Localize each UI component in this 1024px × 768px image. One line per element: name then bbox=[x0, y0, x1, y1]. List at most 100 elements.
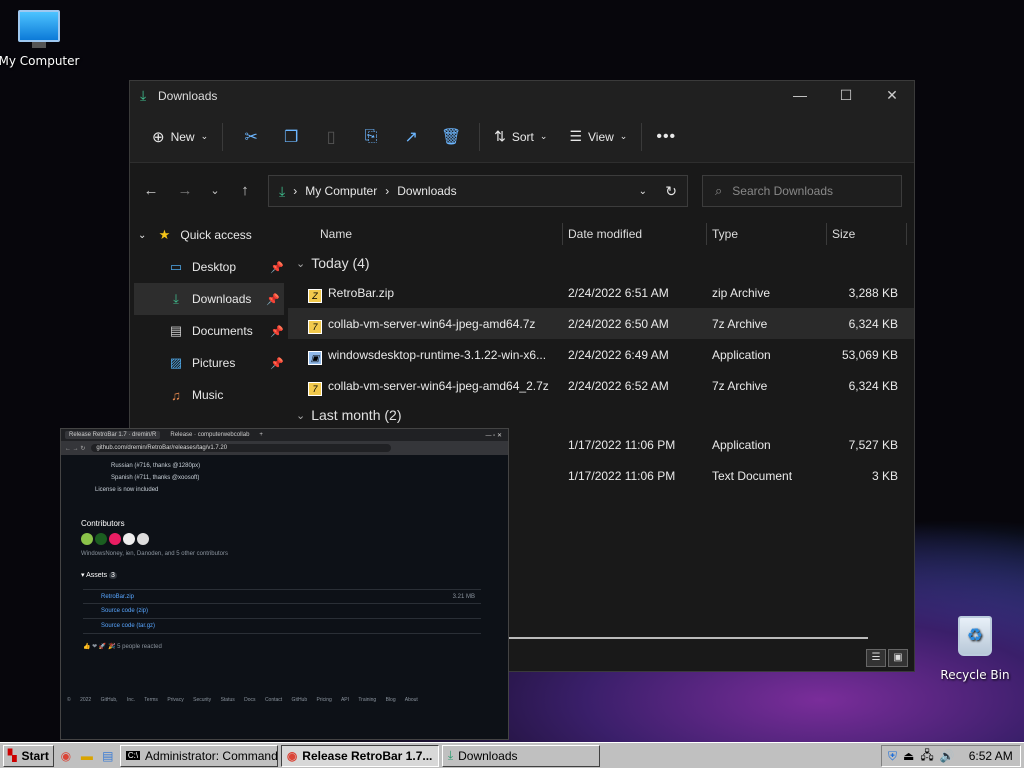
sidebar-item-music[interactable]: ♫ Music bbox=[130, 379, 288, 411]
delete-button[interactable]: 🗑 bbox=[431, 121, 471, 153]
cut-button[interactable]: ✂ bbox=[231, 121, 271, 153]
file-row[interactable]: 7 collab-vm-server-win64-jpeg-amd64.7z 2/… bbox=[288, 308, 914, 339]
file-type: 7z Archive bbox=[712, 379, 768, 393]
asset-row[interactable]: Source code (zip) bbox=[83, 604, 481, 619]
sidebar-item-downloads[interactable]: ⤓ Downloads 📌 bbox=[134, 283, 284, 315]
browser-tab[interactable]: Release · computerwebcollab bbox=[170, 432, 249, 438]
recent-locations-button[interactable]: ⌄ bbox=[202, 184, 228, 197]
footer-link[interactable]: Blog bbox=[386, 697, 396, 703]
music-icon: ♫ bbox=[171, 387, 181, 403]
new-tab-icon[interactable]: + bbox=[259, 432, 263, 438]
title-bar[interactable]: ⤓ Downloads — ☐ ✕ bbox=[130, 81, 914, 111]
asset-row[interactable]: RetroBar.zip 3.21 MB bbox=[83, 589, 481, 604]
back-button[interactable]: ← bbox=[134, 182, 168, 199]
clock[interactable]: 6:52 AM bbox=[969, 749, 1013, 763]
desktop-icon-my-computer[interactable]: My Computer bbox=[0, 10, 84, 68]
folder-icon[interactable]: ▬ bbox=[78, 747, 96, 765]
footer-link[interactable]: Terms bbox=[144, 697, 158, 703]
file-size: 3,288 KB bbox=[848, 286, 898, 300]
sort-button[interactable]: ⇅ Sort ⌄ bbox=[488, 121, 553, 153]
rename-button[interactable]: ⎘ bbox=[351, 121, 391, 153]
minimize-button[interactable]: — bbox=[780, 87, 820, 103]
search-input[interactable]: Search Downloads bbox=[732, 184, 833, 198]
start-button[interactable]: ▚ Start bbox=[3, 744, 54, 767]
forward-button[interactable]: → bbox=[168, 182, 202, 199]
more-button[interactable]: ••• bbox=[650, 121, 682, 153]
reactions[interactable]: 👍 ❤ 🚀 🎉 5 people reacted bbox=[83, 643, 162, 650]
avatar[interactable] bbox=[81, 533, 93, 545]
avatar[interactable] bbox=[137, 533, 149, 545]
notepad-icon[interactable]: ▤ bbox=[99, 747, 117, 765]
window-controls[interactable]: — ▫ ✕ bbox=[486, 432, 503, 439]
footer-links: © 2022 GitHub, Inc. Terms Privacy Securi… bbox=[67, 697, 418, 703]
address-box[interactable]: ⤓ › My Computer › Downloads ⌄ ↻ bbox=[268, 175, 688, 207]
asset-link[interactable]: RetroBar.zip bbox=[101, 594, 134, 600]
browser-tab[interactable]: Release RetroBar 1.7 · dremin/R bbox=[65, 431, 161, 439]
refresh-button[interactable]: ↻ bbox=[665, 183, 677, 200]
sidebar-item-pictures[interactable]: ▨ Pictures 📌 bbox=[130, 347, 288, 379]
footer-link[interactable]: About bbox=[405, 697, 418, 703]
new-label: New bbox=[170, 129, 195, 144]
file-type: zip Archive bbox=[712, 286, 771, 300]
close-button[interactable]: ✕ bbox=[872, 87, 912, 104]
breadcrumb-my-computer[interactable]: My Computer bbox=[305, 184, 377, 198]
footer-link[interactable]: API bbox=[341, 697, 349, 703]
taskbar-item-browser[interactable]: ◉ Release RetroBar 1.7... bbox=[280, 744, 439, 767]
footer-link[interactable]: Privacy bbox=[167, 697, 183, 703]
avatar[interactable] bbox=[123, 533, 135, 545]
network-icon[interactable]: 🖧 bbox=[920, 746, 933, 767]
asset-link[interactable]: Source code (zip) bbox=[101, 608, 148, 614]
nav-arrows-icon[interactable]: ← → ↻ bbox=[65, 445, 85, 452]
command-bar: ⊕ New ⌄ ✂ ❐ ▯ ⎘ ↗ 🗑 ⇅ Sort ⌄ ☰ View ⌄ ••• bbox=[130, 111, 914, 163]
avatar[interactable] bbox=[95, 533, 107, 545]
sidebar-item-quick-access[interactable]: ⌄ ★ Quick access bbox=[130, 219, 288, 251]
group-header-last-month[interactable]: ⌄ Last month (2) bbox=[288, 401, 914, 429]
taskbar-item-command-prompt[interactable]: C:\ Administrator: Command P... bbox=[119, 744, 278, 767]
asset-link[interactable]: Source code (tar.gz) bbox=[101, 623, 155, 629]
avatar[interactable] bbox=[109, 533, 121, 545]
address-bar-row: ← → ⌄ ↑ ⤓ › My Computer › Downloads ⌄ ↻ … bbox=[130, 163, 914, 217]
new-button[interactable]: ⊕ New ⌄ bbox=[146, 121, 214, 153]
browser-preview[interactable]: Release RetroBar 1.7 · dremin/R Release … bbox=[60, 428, 509, 740]
up-button[interactable]: ↑ bbox=[228, 182, 262, 199]
view-button[interactable]: ☰ View ⌄ bbox=[563, 121, 633, 153]
chevron-right-icon: › bbox=[385, 184, 390, 198]
assets-header[interactable]: ▾ Assets 3 bbox=[81, 571, 117, 579]
chrome-icon[interactable]: ◉ bbox=[57, 747, 75, 765]
tiles-view-button[interactable]: ▣ bbox=[888, 649, 908, 667]
usb-icon[interactable]: ⏏ bbox=[903, 749, 914, 763]
chevron-right-icon: › bbox=[293, 184, 298, 198]
address-dropdown-button[interactable]: ⌄ bbox=[639, 186, 647, 197]
footer-link[interactable]: Training bbox=[358, 697, 376, 703]
search-box[interactable]: ⌕ Search Downloads bbox=[702, 175, 902, 207]
sidebar-item-desktop[interactable]: ▭ Desktop 📌 bbox=[130, 251, 288, 283]
paste-button[interactable]: ▯ bbox=[311, 121, 351, 153]
footer-link[interactable]: Docs bbox=[244, 697, 255, 703]
taskbar-item-downloads[interactable]: ⤓ Downloads bbox=[441, 744, 600, 767]
maximize-button[interactable]: ☐ bbox=[826, 87, 866, 104]
file-row[interactable]: Z RetroBar.zip 2/24/2022 6:51 AM zip Arch… bbox=[288, 277, 914, 308]
desktop-icon-recycle-bin[interactable]: ♻ Recycle Bin bbox=[930, 616, 1020, 682]
sidebar-item-documents[interactable]: ▤ Documents 📌 bbox=[130, 315, 288, 347]
footer-link[interactable]: Contact GitHub bbox=[265, 697, 307, 703]
footer-link[interactable]: Status bbox=[221, 697, 235, 703]
group-header-today[interactable]: ⌄ Today (4) bbox=[288, 249, 914, 277]
column-header-date[interactable]: Date modified bbox=[568, 227, 642, 241]
copy-button[interactable]: ❐ bbox=[271, 121, 311, 153]
column-header-name[interactable]: Name bbox=[320, 227, 352, 241]
taskbar-item-label: Administrator: Command P... bbox=[145, 748, 278, 763]
breadcrumb-downloads[interactable]: Downloads bbox=[397, 184, 456, 198]
share-button[interactable]: ↗ bbox=[391, 121, 431, 153]
view-label: View bbox=[588, 129, 614, 144]
column-header-type[interactable]: Type bbox=[712, 227, 738, 241]
footer-link[interactable]: Pricing bbox=[317, 697, 332, 703]
column-header-size[interactable]: Size bbox=[832, 227, 855, 241]
security-shield-icon[interactable]: ⛨ bbox=[888, 749, 897, 764]
volume-icon[interactable]: 🔊 bbox=[940, 749, 955, 763]
url-input[interactable]: github.com/dremin/RetroBar/releases/tag/… bbox=[91, 444, 392, 452]
file-row[interactable]: 7 collab-vm-server-win64-jpeg-amd64_2.7z … bbox=[288, 370, 914, 401]
details-view-button[interactable]: ☰ bbox=[866, 649, 886, 667]
file-row[interactable]: ▣ windowsdesktop-runtime-3.1.22-win-x6...… bbox=[288, 339, 914, 370]
asset-row[interactable]: Source code (tar.gz) bbox=[83, 619, 481, 634]
footer-link[interactable]: Security bbox=[193, 697, 211, 703]
